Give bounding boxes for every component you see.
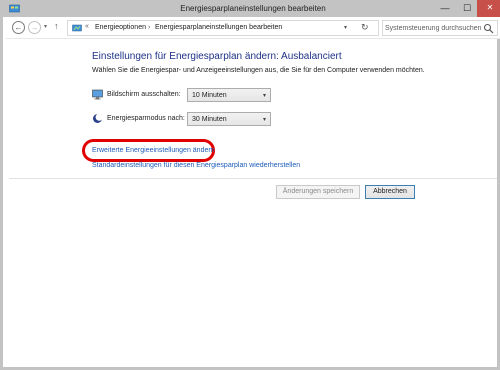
display-off-label: Bildschirm ausschalten: (107, 91, 181, 98)
up-button[interactable]: ↑ (54, 21, 59, 31)
forward-button[interactable]: → (28, 21, 41, 34)
search-box[interactable] (382, 20, 498, 36)
breadcrumb-overflow[interactable]: « (85, 23, 89, 30)
title-bar[interactable]: Energiesparplaneinstellungen bearbeiten … (3, 0, 500, 17)
sleep-select[interactable]: 30 Minuten ▾ (187, 112, 271, 126)
divider (9, 178, 497, 179)
save-button[interactable]: Änderungen speichern (276, 185, 360, 199)
navigation-bar: ← → ▾ ↑ « Energieoptionen › Energiesparp… (6, 17, 500, 39)
search-icon[interactable] (483, 23, 494, 34)
search-input[interactable] (385, 22, 481, 34)
restore-defaults-link[interactable]: Standardeinstellungen für diesen Energie… (92, 162, 300, 169)
close-button[interactable]: ✕ (477, 0, 500, 17)
recent-locations-dropdown[interactable]: ▾ (44, 23, 47, 30)
display-off-value: 10 Minuten (192, 92, 227, 99)
window: Energiesparplaneinstellungen bearbeiten … (0, 0, 500, 370)
display-off-select[interactable]: 10 Minuten ▾ (187, 88, 271, 102)
sleep-value: 30 Minuten (192, 116, 227, 123)
back-button[interactable]: ← (12, 21, 25, 34)
chevron-down-icon: ▾ (262, 117, 266, 123)
moon-icon (93, 113, 103, 123)
window-title: Energiesparplaneinstellungen bearbeiten (180, 4, 326, 13)
address-dropdown[interactable]: ▾ (344, 24, 347, 31)
control-panel-icon (72, 24, 82, 32)
chevron-down-icon: ▾ (262, 93, 266, 99)
advanced-settings-link[interactable]: Erweiterte Energieeinstellungen ändern (92, 147, 215, 154)
refresh-button[interactable]: ↻ (361, 22, 369, 33)
address-bar[interactable]: « Energieoptionen › Energiesparplaneinst… (67, 20, 379, 36)
minimize-button[interactable]: — (433, 0, 457, 17)
cancel-button[interactable]: Abbrechen (365, 185, 415, 199)
breadcrumb-current[interactable]: Energiesparplaneinstellungen bearbeiten (155, 24, 282, 31)
maximize-button[interactable]: ☐ (455, 0, 479, 17)
sleep-label: Energiesparmodus nach: (107, 115, 185, 122)
page-title: Einstellungen für Energiesparplan ändern… (92, 51, 342, 62)
page-subtitle: Wählen Sie die Energiespar- und Anzeigee… (92, 67, 425, 74)
breadcrumb-separator[interactable]: › (148, 24, 150, 31)
breadcrumb-energieoptionen[interactable]: Energieoptionen (95, 24, 146, 31)
monitor-icon (92, 89, 103, 100)
